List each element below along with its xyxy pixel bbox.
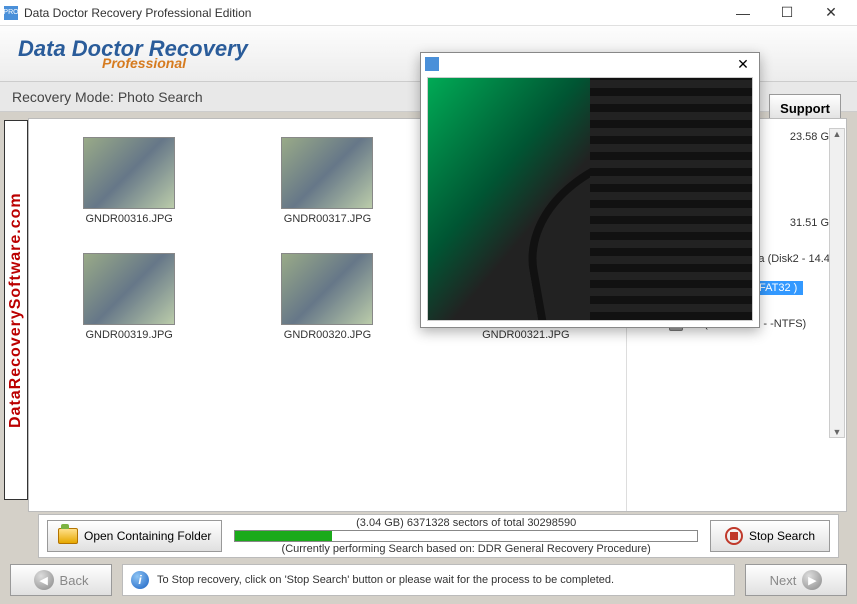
stop-search-button[interactable]: Stop Search <box>710 520 830 552</box>
thumbnail-item[interactable]: GNDR00320.JPG <box>237 253 417 341</box>
image-preview-window[interactable]: ✕ <box>420 52 760 328</box>
info-icon: i <box>131 571 149 589</box>
preview-close-button[interactable]: ✕ <box>731 54 755 74</box>
progress-area: Open Containing Folder (3.04 GB) 6371328… <box>38 514 839 558</box>
back-button[interactable]: ◀ Back <box>10 564 112 596</box>
thumbnail-item[interactable]: GNDR00319.JPG <box>39 253 219 341</box>
close-button[interactable]: ✕ <box>809 0 853 26</box>
thumbnail-image <box>83 253 175 325</box>
window-title: Data Doctor Recovery Professional Editio… <box>24 6 721 20</box>
tip-text: To Stop recovery, click on 'Stop Search'… <box>157 574 614 586</box>
folder-icon <box>58 528 78 544</box>
watermark-sidebar: DataRecoverySoftware.com <box>4 120 28 500</box>
tree-scrollbar[interactable] <box>829 128 845 438</box>
thumbnail-filename: GNDR00320.JPG <box>284 329 371 341</box>
thumbnail-filename: GNDR00321.JPG <box>482 329 569 341</box>
progress-bar <box>234 530 698 542</box>
thumbnail-image <box>281 253 373 325</box>
open-containing-folder-button[interactable]: Open Containing Folder <box>47 520 222 552</box>
thumbnail-image <box>83 137 175 209</box>
arrow-left-icon: ◀ <box>34 570 54 590</box>
minimize-button[interactable]: — <box>721 0 765 26</box>
footer-bar: ◀ Back i To Stop recovery, click on 'Sto… <box>10 562 847 598</box>
thumbnail-filename: GNDR00316.JPG <box>85 213 172 225</box>
preview-image <box>427 77 753 321</box>
app-icon: PRO <box>4 6 18 20</box>
tip-bar: i To Stop recovery, click on 'Stop Searc… <box>122 564 735 596</box>
preview-app-icon <box>425 57 439 71</box>
stop-icon <box>725 527 743 545</box>
thumbnail-item[interactable]: GNDR00317.JPG <box>237 137 417 225</box>
thumbnail-item[interactable]: GNDR00316.JPG <box>39 137 219 225</box>
procedure-text: (Currently performing Search based on: D… <box>282 543 651 555</box>
arrow-right-icon: ▶ <box>802 570 822 590</box>
logo-sub: Professional <box>102 56 248 70</box>
titlebar[interactable]: PRO Data Doctor Recovery Professional Ed… <box>0 0 857 26</box>
maximize-button[interactable]: ☐ <box>765 0 809 26</box>
thumbnail-filename: GNDR00317.JPG <box>284 213 371 225</box>
thumbnail-filename: GNDR00319.JPG <box>85 329 172 341</box>
next-button[interactable]: Next ▶ <box>745 564 847 596</box>
thumbnail-image <box>281 137 373 209</box>
recovery-mode-label: Recovery Mode: Photo Search <box>12 89 203 105</box>
sectors-progress-text: (3.04 GB) 6371328 sectors of total 30298… <box>356 517 576 529</box>
